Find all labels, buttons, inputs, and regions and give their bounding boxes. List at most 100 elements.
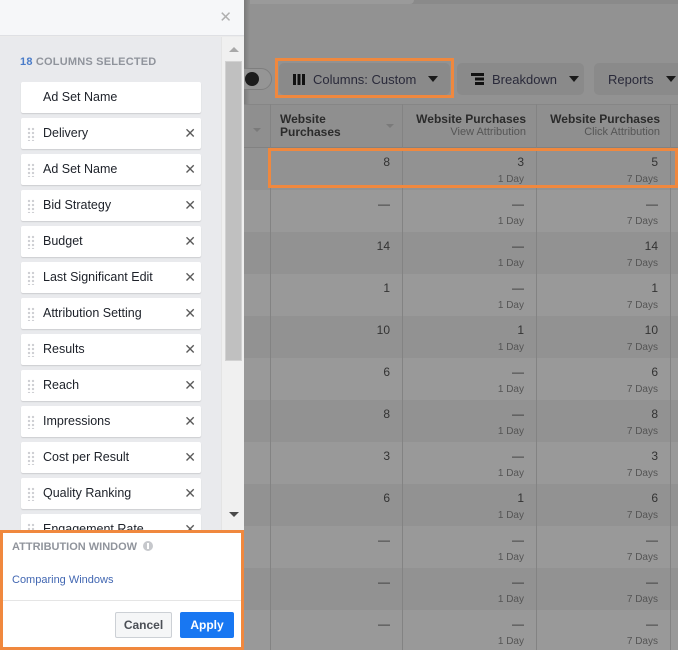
drag-handle-icon[interactable] — [27, 199, 35, 213]
table-row[interactable]: 8 3 1 Day 5 7 Days — [244, 148, 678, 191]
drag-handle-icon[interactable] — [27, 271, 35, 285]
cell-value: 1 — [517, 491, 524, 505]
remove-column-icon[interactable]: ✕ — [184, 341, 196, 357]
column-label: Ad Set Name — [43, 90, 118, 104]
cell-value: — — [512, 575, 524, 589]
selected-columns-list: 18 COLUMNS SELECTED Ad Set Name Delivery… — [0, 37, 221, 530]
table-row[interactable]: — — 1 Day — 7 Days — [244, 568, 678, 611]
table-row[interactable]: — — 1 Day — 7 Days — [244, 610, 678, 650]
apply-button[interactable]: Apply — [180, 612, 234, 638]
header-website-purchases-click[interactable]: Website Purchases Click Attribution — [536, 105, 670, 149]
remove-column-icon[interactable]: ✕ — [184, 161, 196, 177]
reports-dropdown-button[interactable]: Reports — [594, 63, 678, 95]
drag-handle-icon[interactable] — [27, 235, 35, 249]
remove-column-icon[interactable]: ✕ — [184, 125, 196, 141]
header-subtitle: View Attribution — [450, 126, 526, 138]
column-item[interactable]: Cost per Result ✕ — [21, 442, 201, 473]
cell-window: 1 Day — [497, 426, 524, 437]
cell-view-attribution: — 1 Day — [402, 358, 536, 401]
header-website-purchases-view[interactable]: Website Purchases View Attribution — [402, 105, 536, 149]
table-row[interactable]: — — 1 Day — 7 Days — [244, 190, 678, 233]
scroll-up-icon[interactable] — [229, 47, 239, 52]
column-item[interactable]: Results ✕ — [21, 334, 201, 365]
cancel-button[interactable]: Cancel — [115, 612, 172, 638]
column-label: Last Significant Edit — [43, 270, 153, 284]
column-item[interactable]: Attribution Setting ✕ — [21, 298, 201, 329]
cell-value: — — [512, 239, 524, 253]
cell-window: 7 Days — [626, 174, 658, 185]
remove-column-icon[interactable]: ✕ — [184, 521, 196, 530]
drag-handle-icon[interactable] — [27, 343, 35, 357]
cell-window: 1 Day — [497, 594, 524, 605]
drag-handle-icon[interactable] — [27, 379, 35, 393]
drag-handle-icon[interactable] — [27, 415, 35, 429]
column-item[interactable]: Last Significant Edit ✕ — [21, 262, 201, 293]
column-item[interactable]: Bid Strategy ✕ — [21, 190, 201, 221]
column-item[interactable]: Quality Ranking ✕ — [21, 478, 201, 509]
remove-column-icon[interactable]: ✕ — [184, 305, 196, 321]
remove-column-icon[interactable]: ✕ — [184, 485, 196, 501]
columns-dropdown-button[interactable]: Columns: Custom — [279, 63, 450, 95]
pinned-column-item: Ad Set Name — [21, 82, 201, 113]
drag-handle-icon[interactable] — [27, 487, 35, 501]
cell-value: — — [646, 533, 658, 547]
table-row[interactable]: 8 — 1 Day 8 7 Days — [244, 400, 678, 443]
remove-column-icon[interactable]: ✕ — [184, 197, 196, 213]
remove-column-icon[interactable]: ✕ — [184, 377, 196, 393]
sort-icon[interactable] — [253, 128, 261, 132]
cell-value: — — [378, 533, 390, 547]
cell-website-purchases: 3 — [270, 442, 402, 485]
remove-column-icon[interactable]: ✕ — [184, 233, 196, 249]
column-divider — [536, 104, 537, 650]
chevron-down-icon — [428, 76, 439, 82]
drag-handle-icon[interactable] — [27, 451, 35, 465]
cell-website-purchases: 1 — [270, 274, 402, 317]
column-item[interactable]: Engagement Rate ✕ — [21, 514, 201, 530]
drag-handle-icon[interactable] — [27, 127, 35, 141]
reports-label: Reports — [608, 71, 654, 87]
header-website-purchases[interactable]: Website Purchases — [270, 105, 402, 149]
cell-view-attribution: 1 1 Day — [402, 484, 536, 527]
cell-value: 6 — [383, 491, 390, 505]
cell-value: 10 — [644, 323, 658, 337]
table-row[interactable]: 6 — 1 Day 6 7 Days — [244, 358, 678, 401]
info-icon[interactable] — [143, 541, 154, 551]
attribution-window-title: ATTRIBUTION WINDOW — [12, 541, 154, 553]
table-row[interactable]: 1 — 1 Day 1 7 Days — [244, 274, 678, 317]
cell-view-attribution: 3 1 Day — [402, 148, 536, 191]
list-scrollbar[interactable] — [221, 37, 244, 530]
cell-click-attribution: 3 7 Days — [536, 442, 670, 485]
cell-value: 8 — [383, 407, 390, 421]
drag-handle-icon[interactable] — [27, 307, 35, 321]
scroll-thumb[interactable] — [225, 61, 242, 361]
breakdown-dropdown-button[interactable]: Breakdown — [457, 63, 584, 95]
table-header: Website Purchases Website Purchases View… — [244, 104, 678, 148]
close-icon[interactable]: ✕ — [219, 10, 232, 25]
cell-website-purchases: 8 — [270, 148, 402, 191]
table-row[interactable]: 3 — 1 Day 3 7 Days — [244, 442, 678, 485]
table-row[interactable]: 14 — 1 Day 14 7 Days — [244, 232, 678, 275]
drag-handle-icon[interactable] — [27, 523, 35, 530]
cell-value: — — [378, 575, 390, 589]
sort-icon[interactable] — [386, 124, 394, 128]
cell-view-attribution: — 1 Day — [402, 568, 536, 611]
table-row[interactable]: 10 1 1 Day 10 7 Days — [244, 316, 678, 359]
table-row[interactable]: 6 1 1 Day 6 7 Days — [244, 484, 678, 527]
column-item[interactable]: Ad Set Name ✕ — [21, 154, 201, 185]
remove-column-icon[interactable]: ✕ — [184, 413, 196, 429]
comparing-windows-link[interactable]: Comparing Windows — [12, 574, 113, 586]
table-row[interactable]: — — 1 Day — 7 Days — [244, 526, 678, 569]
column-item[interactable]: Budget ✕ — [21, 226, 201, 257]
column-item[interactable]: Reach ✕ — [21, 370, 201, 401]
chevron-down-icon — [665, 76, 676, 82]
attribution-footer: ATTRIBUTION WINDOW Comparing Windows Can… — [0, 530, 244, 650]
column-item[interactable]: Impressions ✕ — [21, 406, 201, 437]
cell-value: 3 — [517, 155, 524, 169]
remove-column-icon[interactable]: ✕ — [184, 269, 196, 285]
toggle-knob — [245, 72, 259, 86]
drag-handle-icon[interactable] — [27, 163, 35, 177]
cell-value: 6 — [383, 365, 390, 379]
column-item[interactable]: Delivery ✕ — [21, 118, 201, 149]
scroll-down-icon[interactable] — [229, 512, 239, 517]
remove-column-icon[interactable]: ✕ — [184, 449, 196, 465]
